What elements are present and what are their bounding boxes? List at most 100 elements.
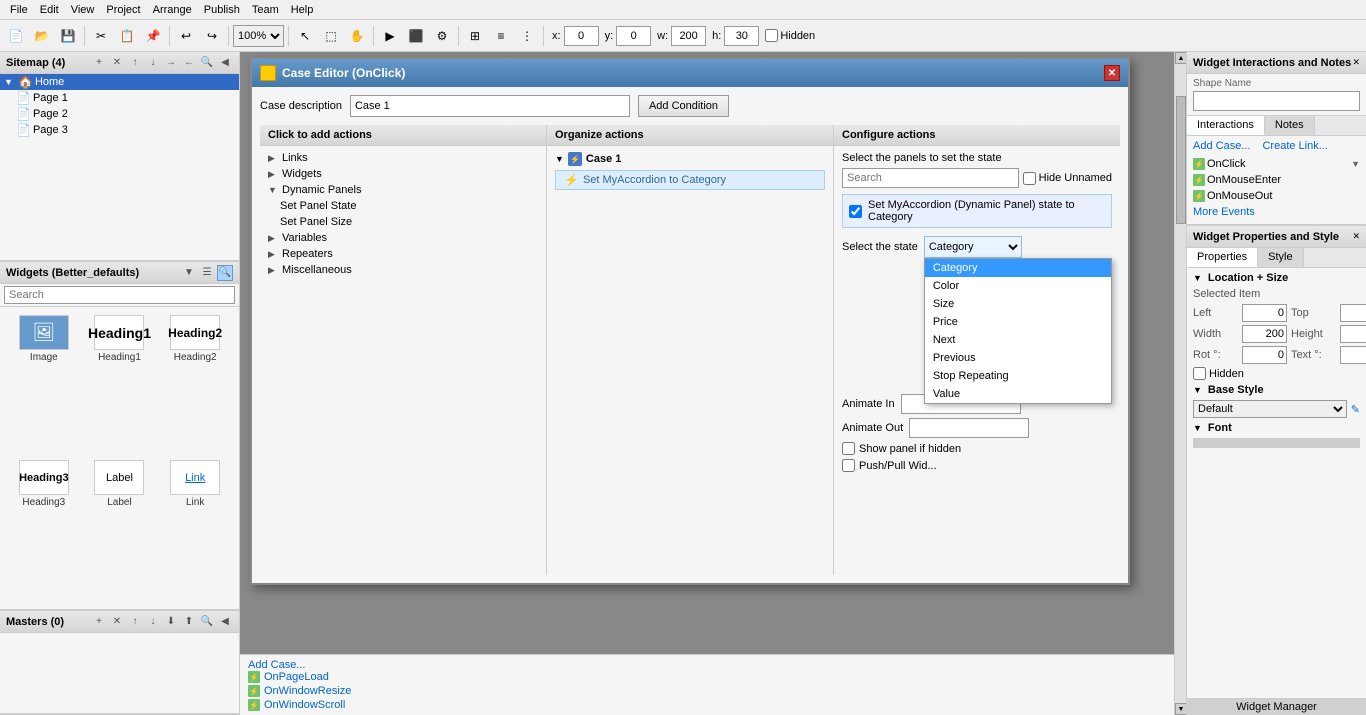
variables-toggle[interactable]: ▶ (268, 233, 278, 244)
select-library-btn[interactable]: ▼ (181, 265, 197, 281)
center-canvas[interactable]: ▲ ▼ Add Case... ⚡ OnPageLoad ⚡ OnWindowR… (240, 52, 1186, 715)
width-input[interactable] (1242, 325, 1287, 343)
sitemap-add-btn[interactable]: + (91, 55, 107, 71)
height-input[interactable] (1340, 325, 1366, 343)
onclick-label[interactable]: OnClick (1207, 158, 1246, 170)
add-condition-button[interactable]: Add Condition (638, 95, 729, 117)
action-repeaters[interactable]: ▶ Repeaters (264, 246, 542, 262)
show-panel-checkbox[interactable] (842, 442, 855, 455)
option-size[interactable]: Size (925, 295, 1111, 313)
masters-export-btn[interactable]: ⬆ (181, 614, 197, 630)
redo-btn[interactable]: ↪ (200, 24, 224, 48)
action-miscellaneous[interactable]: ▶ Miscellaneous (264, 262, 542, 278)
cut-btn[interactable]: ✂ (89, 24, 113, 48)
y-input[interactable] (616, 26, 651, 46)
top-input[interactable] (1340, 304, 1366, 322)
sitemap-delete-btn[interactable]: ✕ (109, 55, 125, 71)
more-events-link[interactable]: More Events (1193, 204, 1360, 220)
new-btn[interactable]: 📄 (4, 24, 28, 48)
create-link-link[interactable]: Create Link... (1262, 140, 1327, 152)
text-input[interactable] (1340, 346, 1366, 364)
w-input[interactable] (671, 26, 706, 46)
option-color[interactable]: Color (925, 277, 1111, 295)
sitemap-collapse-btn[interactable]: ◀ (217, 55, 233, 71)
widget-heading1[interactable]: Heading1 Heading1 (84, 315, 156, 456)
sitemap-up-btn[interactable]: ↑ (127, 55, 143, 71)
misc-toggle[interactable]: ▶ (268, 265, 278, 276)
push-pull-checkbox[interactable] (842, 459, 855, 472)
widget-menu-btn[interactable]: ☰ (199, 265, 215, 281)
case1-toggle[interactable]: ▼ (555, 154, 564, 164)
animate-out-input[interactable] (909, 418, 1029, 438)
base-style-select[interactable]: Default (1193, 400, 1347, 418)
menu-project[interactable]: Project (100, 2, 146, 18)
font-scrollbar[interactable] (1193, 438, 1360, 448)
masters-add-btn[interactable]: + (91, 614, 107, 630)
widget-search-toggle[interactable]: 🔍 (217, 265, 233, 281)
interactions-collapse-btn[interactable]: ✕ (1352, 57, 1360, 68)
state-select[interactable]: Category Color Size Price Next Previous … (924, 236, 1022, 258)
rot-input[interactable] (1242, 346, 1287, 364)
select-btn[interactable]: ⬚ (319, 24, 343, 48)
onmouseout-label[interactable]: OnMouseOut (1207, 190, 1272, 202)
menu-edit[interactable]: Edit (34, 2, 65, 18)
copy-btn[interactable]: 📋 (115, 24, 139, 48)
organize-action1[interactable]: ⚡ Set MyAccordion to Category (555, 170, 825, 190)
sitemap-page1-row[interactable]: 📄 Page 1 (12, 90, 239, 106)
masters-down-btn[interactable]: ↓ (145, 614, 161, 630)
hide-unnamed-checkbox[interactable] (1023, 172, 1036, 185)
font-arrow[interactable]: ▼ (1193, 423, 1202, 433)
pan-btn[interactable]: ✋ (345, 24, 369, 48)
repeaters-toggle[interactable]: ▶ (268, 249, 278, 260)
widget-search-input[interactable] (4, 286, 235, 304)
option-value[interactable]: Value (925, 385, 1111, 403)
widget-image[interactable]: 🖼 Image (8, 315, 80, 456)
canvas-scroll-thumb[interactable] (1176, 96, 1186, 224)
option-category[interactable]: Category (925, 259, 1111, 277)
hidden-prop-checkbox[interactable] (1193, 367, 1206, 380)
widget-link[interactable]: Link Link (159, 460, 231, 601)
dynamic-panels-toggle[interactable]: ▼ (268, 185, 278, 195)
x-input[interactable] (564, 26, 599, 46)
tab-properties[interactable]: Properties (1187, 248, 1258, 267)
canvas-scroll-down[interactable]: ▼ (1175, 703, 1186, 715)
preview-btn[interactable]: ⚙ (430, 24, 454, 48)
masters-collapse-btn[interactable]: ◀ (217, 614, 233, 630)
props-collapse-btn[interactable]: ✕ (1352, 231, 1360, 242)
dist-btn[interactable]: ⋮ (515, 24, 539, 48)
action-variables[interactable]: ▶ Variables (264, 230, 542, 246)
case-desc-input[interactable] (350, 95, 630, 117)
dialog-close-btn[interactable]: ✕ (1104, 65, 1120, 81)
onwindowscroll-label[interactable]: OnWindowScroll (264, 699, 345, 711)
sitemap-indent-btn[interactable]: → (163, 55, 179, 71)
menu-view[interactable]: View (65, 2, 101, 18)
action-set-panel-size[interactable]: Set Panel Size (264, 214, 542, 230)
bottom-add-case-link[interactable]: Add Case... (248, 659, 305, 671)
tab-interactions[interactable]: Interactions (1187, 116, 1265, 135)
play-btn[interactable]: ▶ (378, 24, 402, 48)
sitemap-down-btn[interactable]: ↓ (145, 55, 161, 71)
sitemap-search-btn[interactable]: 🔍 (199, 55, 215, 71)
menu-publish[interactable]: Publish (198, 2, 246, 18)
align-btn[interactable]: ≡ (489, 24, 513, 48)
location-size-arrow[interactable]: ▼ (1193, 273, 1202, 283)
onwindowresize-label[interactable]: OnWindowResize (264, 685, 351, 697)
links-toggle[interactable]: ▶ (268, 153, 278, 164)
option-previous[interactable]: Previous (925, 349, 1111, 367)
sitemap-page2-row[interactable]: 📄 Page 2 (12, 106, 239, 122)
grid-btn[interactable]: ⊞ (463, 24, 487, 48)
save-btn[interactable]: 💾 (56, 24, 80, 48)
tab-notes[interactable]: Notes (1265, 116, 1315, 135)
sitemap-page3-row[interactable]: 📄 Page 3 (12, 122, 239, 138)
action-dynamic-panels[interactable]: ▼ Dynamic Panels (264, 182, 542, 198)
base-style-edit-btn[interactable]: ✎ (1351, 403, 1360, 416)
left-input[interactable] (1242, 304, 1287, 322)
pointer-btn[interactable]: ↖ (293, 24, 317, 48)
stop-btn[interactable]: ⬛ (404, 24, 428, 48)
menu-help[interactable]: Help (285, 2, 320, 18)
zoom-select[interactable]: 100% 75% 50% 150% 200% (233, 25, 284, 47)
masters-delete-btn[interactable]: ✕ (109, 614, 125, 630)
base-style-arrow[interactable]: ▼ (1193, 385, 1202, 395)
panel-checkbox[interactable] (849, 205, 862, 218)
widget-heading2[interactable]: Heading2 Heading2 (159, 315, 231, 456)
